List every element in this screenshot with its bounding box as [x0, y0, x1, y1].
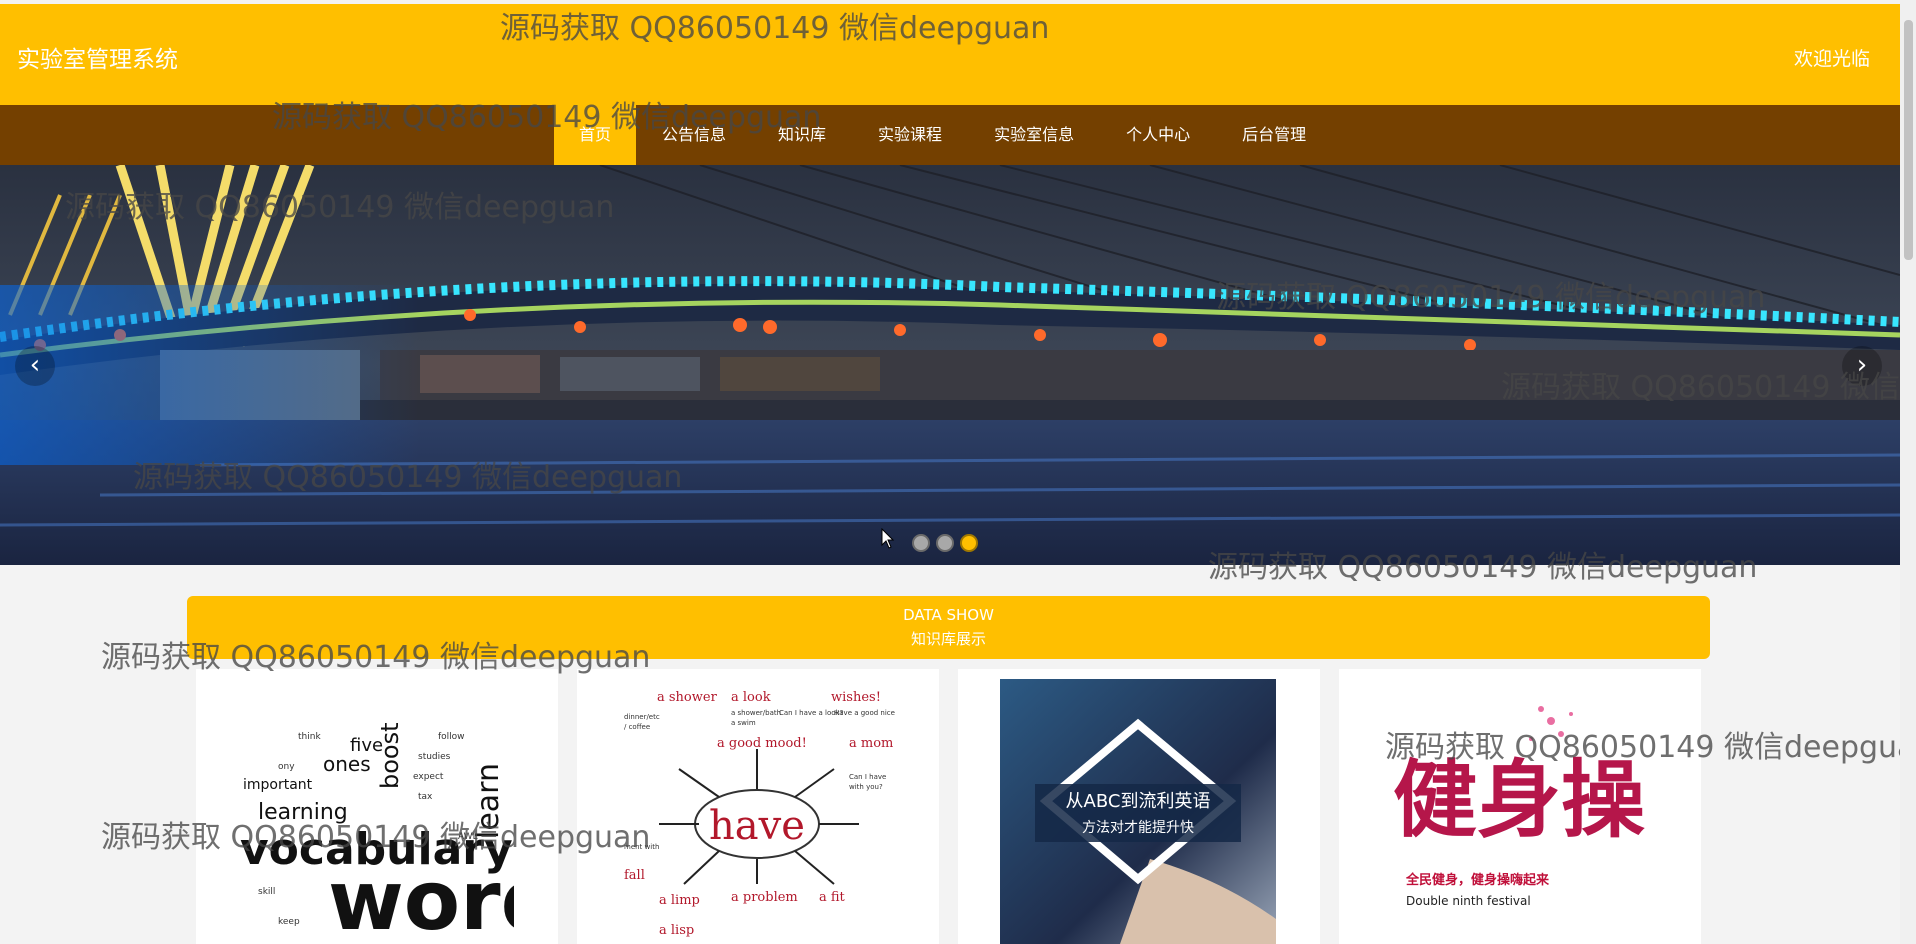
mindmap-phrase: a look [731, 690, 771, 705]
knowledge-card[interactable]: 健身操 全民健身，健身操嗨起来 Double ninth festival [1339, 669, 1701, 944]
nav-item-admin[interactable]: 后台管理 [1216, 105, 1332, 165]
svg-text:/ coffee: / coffee [624, 723, 650, 731]
svg-text:Can I have: Can I have [849, 773, 886, 781]
site-title[interactable]: 实验室管理系统 [17, 40, 178, 74]
carousel-indicators [912, 534, 978, 552]
knowledge-card[interactable]: have a shower a look wishes! a good mood… [577, 669, 939, 944]
svg-text:expect: expect [413, 772, 444, 782]
nav-item-lab-info[interactable]: 实验室信息 [968, 105, 1100, 165]
word-cloud-word: important [243, 777, 313, 793]
mindmap-phrase: a fit [819, 890, 846, 905]
mindmap-phrase: a shower [657, 690, 718, 705]
card-image-have-mindmap: have a shower a look wishes! a good mood… [619, 679, 895, 944]
knowledge-card[interactable]: 从ABC到流利英语 方法对才能提升快 [958, 669, 1320, 944]
scrollbar-thumb[interactable] [1904, 20, 1913, 260]
svg-text:Have a good nice: Have a good nice [834, 709, 895, 717]
section-title-zh: 知识库展示 [910, 630, 986, 648]
word-cloud-word: five [350, 735, 383, 756]
nav-item-home[interactable]: 首页 [554, 105, 637, 165]
svg-text:studies: studies [418, 752, 451, 762]
fitness-slogan: 全民健身，健身操嗨起来 [1405, 872, 1550, 888]
svg-text:ony: ony [278, 762, 295, 772]
carousel-dot[interactable] [912, 534, 930, 552]
mindmap-phrase: a good mood! [717, 736, 807, 751]
mindmap-phrase: a mom [849, 736, 893, 751]
nav-item-announcements[interactable]: 公告信息 [636, 105, 752, 165]
top-header: 实验室管理系统 欢迎光临 [0, 4, 1900, 105]
nav-item-personal-center[interactable]: 个人中心 [1100, 105, 1216, 165]
word-cloud-word: learn [471, 763, 506, 839]
course-title: 从ABC到流利英语 [1066, 791, 1211, 812]
svg-text:tax: tax [418, 792, 433, 802]
svg-text:ment with: ment with [624, 843, 659, 851]
mindmap-phrase: a lisp [659, 923, 694, 938]
svg-text:a shower/bath: a shower/bath [731, 709, 781, 717]
word-cloud-word: word [328, 854, 514, 944]
section-title-en: DATA SHOW [903, 606, 994, 624]
svg-text:skill: skill [258, 887, 275, 897]
fitness-festival: Double ninth festival [1406, 894, 1531, 908]
page: 实验室管理系统 欢迎光临 首页 公告信息 知识库 实验课程 实验室信息 个人中心… [0, 0, 1916, 944]
card-image-vocabulary: vocabulary word learning important ones … [238, 679, 514, 944]
fitness-headline: 健身操 [1393, 750, 1645, 849]
svg-text:dinner/etc: dinner/etc [624, 713, 660, 721]
knowledge-card-list: vocabulary word learning important ones … [196, 669, 1701, 944]
mindmap-center-word: have [709, 803, 805, 849]
page-scrollbar[interactable] [1900, 0, 1916, 944]
carousel-next-button[interactable]: › [1842, 346, 1882, 386]
mindmap-phrase: a limp [659, 893, 700, 908]
banner-carousel[interactable]: ‹ › [0, 165, 1900, 565]
carousel-dot-active[interactable] [960, 534, 978, 552]
carousel-dot[interactable] [936, 534, 954, 552]
mouse-cursor-icon [881, 528, 895, 549]
svg-text:follow: follow [438, 732, 465, 742]
svg-text:think: think [298, 732, 321, 742]
main-nav-bar: 首页 公告信息 知识库 实验课程 实验室信息 个人中心 后台管理 [0, 105, 1900, 165]
welcome-text: 欢迎光临 [1793, 48, 1870, 70]
carousel-prev-button[interactable]: ‹ [15, 346, 55, 386]
svg-text:a swim: a swim [731, 719, 756, 727]
mindmap-phrase: wishes! [831, 690, 881, 705]
mindmap-phrase: a problem [731, 890, 798, 905]
knowledge-card[interactable]: vocabulary word learning important ones … [196, 669, 558, 944]
mindmap-phrase: fall [624, 868, 645, 883]
svg-text:keep: keep [278, 917, 300, 927]
course-subtitle: 方法对才能提升快 [1082, 820, 1194, 836]
nav-item-courses[interactable]: 实验课程 [852, 105, 968, 165]
word-cloud-word: learning [258, 800, 348, 825]
nav-item-knowledge-base[interactable]: 知识库 [752, 105, 852, 165]
svg-text:with you?: with you? [849, 783, 883, 791]
bridge-night-photo [0, 165, 1900, 565]
section-header: DATA SHOW 知识库展示 [187, 596, 1710, 659]
main-nav: 首页 公告信息 知识库 实验课程 实验室信息 个人中心 后台管理 [554, 105, 1332, 165]
svg-text:AWL: AWL [458, 832, 478, 842]
card-image-fitness: 健身操 全民健身，健身操嗨起来 Double ninth festival [1381, 679, 1657, 944]
card-image-english-course: 从ABC到流利英语 方法对才能提升快 [1000, 679, 1276, 944]
